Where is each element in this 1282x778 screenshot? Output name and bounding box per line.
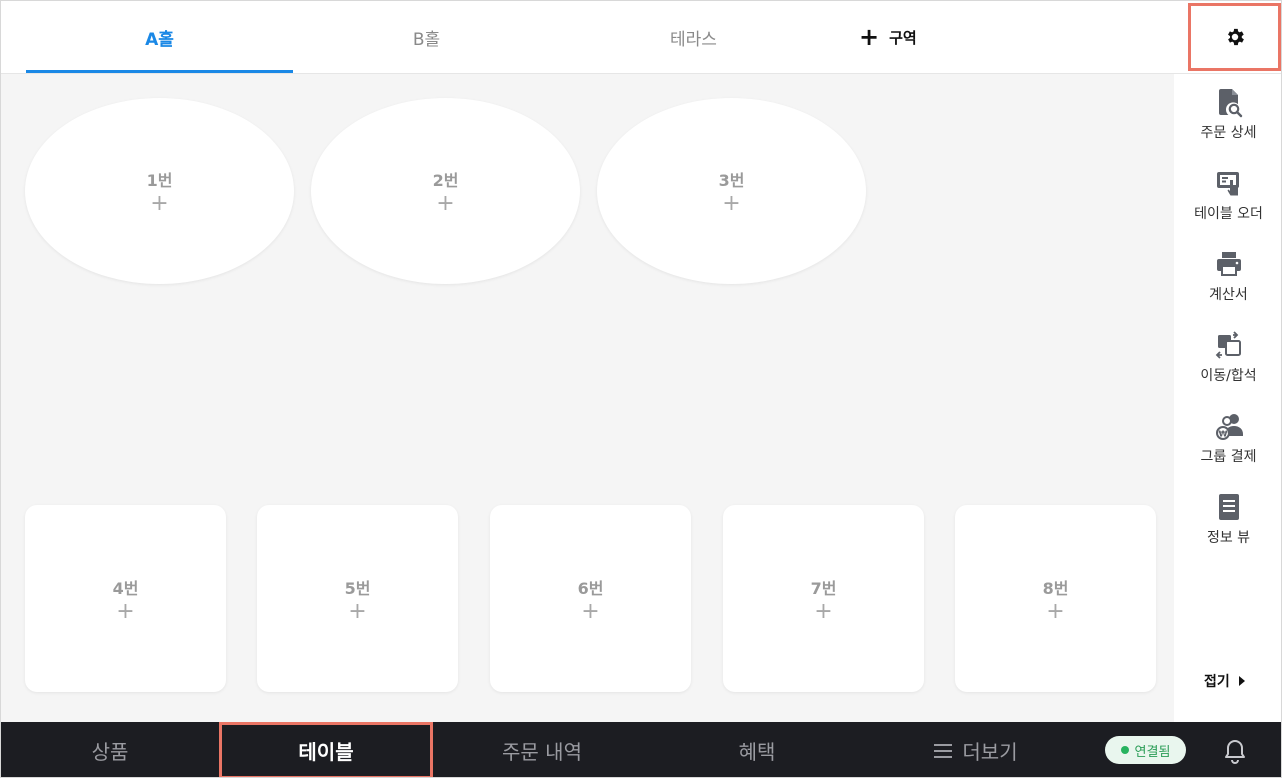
table-1[interactable]: 1번 + xyxy=(25,98,294,284)
nav-benefits[interactable]: 혜택 xyxy=(651,722,863,777)
table-5[interactable]: 5번 + xyxy=(257,505,458,692)
nav-label: 더보기 xyxy=(962,740,1018,764)
nav-label: 혜택 xyxy=(738,740,776,764)
table-label: 5번 xyxy=(344,578,371,598)
table-label: 2번 xyxy=(432,171,459,190)
add-order-icon: + xyxy=(814,598,833,624)
nav-products[interactable]: 상품 xyxy=(1,722,219,777)
table-7[interactable]: 7번 + xyxy=(723,505,924,692)
table-label: 3번 xyxy=(718,171,745,190)
group-payment-icon: ₩ xyxy=(1215,414,1243,440)
table-6[interactable]: 6번 + xyxy=(490,505,691,692)
printer-icon xyxy=(1216,252,1241,276)
status-dot-icon xyxy=(1120,746,1129,754)
side-item-label: 이동/합석 xyxy=(1200,368,1257,384)
bell-icon xyxy=(1225,740,1245,764)
side-item-info-view[interactable]: 정보 뷰 xyxy=(1174,491,1281,561)
add-order-icon: + xyxy=(348,598,367,624)
tab-zone-terrace[interactable]: 테라스 xyxy=(560,1,827,73)
pos-app-window: A홀 B홀 테라스 + 구역 1번 + 2번 + 3번 + 4번 + 5번 + … xyxy=(0,0,1282,778)
tab-label: A홀 xyxy=(145,29,174,50)
side-item-bill[interactable]: 계산서 xyxy=(1174,248,1281,318)
table-label: 4번 xyxy=(112,578,139,598)
bottom-nav: 상품 테이블 주문 내역 혜택 더보기 연결됨 xyxy=(1,722,1281,777)
status-label: 연결됨 xyxy=(1134,744,1171,760)
side-item-label: 계산서 xyxy=(1209,287,1248,303)
add-order-icon: + xyxy=(150,191,169,216)
side-item-label: 주문 상세 xyxy=(1200,125,1257,141)
table-label: 7번 xyxy=(810,578,837,598)
zone-tab-bar: A홀 B홀 테라스 + 구역 xyxy=(1,1,1281,74)
tab-zone-b-hall[interactable]: B홀 xyxy=(293,1,560,73)
table-8[interactable]: 8번 + xyxy=(955,505,1156,692)
side-item-label: 그룹 결제 xyxy=(1200,449,1257,465)
side-item-label: 정보 뷰 xyxy=(1206,530,1251,546)
move-merge-icon xyxy=(1215,331,1241,359)
side-item-move-merge[interactable]: 이동/합석 xyxy=(1174,329,1281,399)
table-label: 8번 xyxy=(1042,578,1069,598)
nav-label: 주문 내역 xyxy=(502,740,582,764)
document-search-icon xyxy=(1218,89,1242,118)
table-order-icon xyxy=(1216,172,1239,196)
add-order-icon: + xyxy=(1046,598,1065,624)
add-order-icon: + xyxy=(116,598,135,624)
table-4[interactable]: 4번 + xyxy=(25,505,226,692)
nav-label: 테이블 xyxy=(298,740,354,764)
nav-order-history[interactable]: 주문 내역 xyxy=(433,722,651,777)
nav-tables[interactable]: 테이블 xyxy=(219,722,433,777)
table-label: 1번 xyxy=(146,171,173,190)
table-label: 6번 xyxy=(577,578,604,598)
plus-icon: + xyxy=(859,23,880,51)
add-zone-button[interactable]: + 구역 xyxy=(859,1,917,73)
svg-text:₩: ₩ xyxy=(1218,430,1227,439)
nav-label: 상품 xyxy=(91,740,129,764)
floor-plan: 1번 + 2번 + 3번 + 4번 + 5번 + 6번 + 7번 + 8번 + xyxy=(1,74,1174,722)
notifications-button[interactable] xyxy=(1221,737,1249,765)
connection-status-badge: 연결됨 xyxy=(1105,736,1186,764)
add-order-icon: + xyxy=(581,598,600,624)
collapse-label: 접기 xyxy=(1204,674,1230,690)
side-item-label: 테이블 오더 xyxy=(1194,206,1263,222)
table-2[interactable]: 2번 + xyxy=(311,98,580,284)
collapse-panel-button[interactable]: 접기 xyxy=(1204,671,1246,691)
add-order-icon: + xyxy=(436,191,455,216)
settings-button[interactable] xyxy=(1188,3,1281,71)
info-document-icon xyxy=(1218,494,1239,520)
gear-icon xyxy=(1227,28,1244,46)
tab-label: 테라스 xyxy=(670,29,717,50)
table-3[interactable]: 3번 + xyxy=(597,98,866,284)
caret-right-icon xyxy=(1238,676,1245,686)
add-zone-label: 구역 xyxy=(889,28,917,47)
side-item-group-payment[interactable]: ₩ 그룹 결제 xyxy=(1174,410,1281,480)
side-action-panel: 주문 상세 테이블 오더 계산서 이동/합석 ₩ 그룹 결제 정보 뷰 접기 xyxy=(1174,74,1281,722)
side-item-order-detail[interactable]: 주문 상세 xyxy=(1174,86,1281,156)
nav-more[interactable]: 더보기 xyxy=(863,722,1089,777)
tab-zone-a-hall[interactable]: A홀 xyxy=(26,1,293,73)
add-order-icon: + xyxy=(722,191,741,216)
tab-label: B홀 xyxy=(412,29,441,50)
side-item-table-order[interactable]: 테이블 오더 xyxy=(1174,167,1281,237)
menu-icon xyxy=(934,740,953,762)
